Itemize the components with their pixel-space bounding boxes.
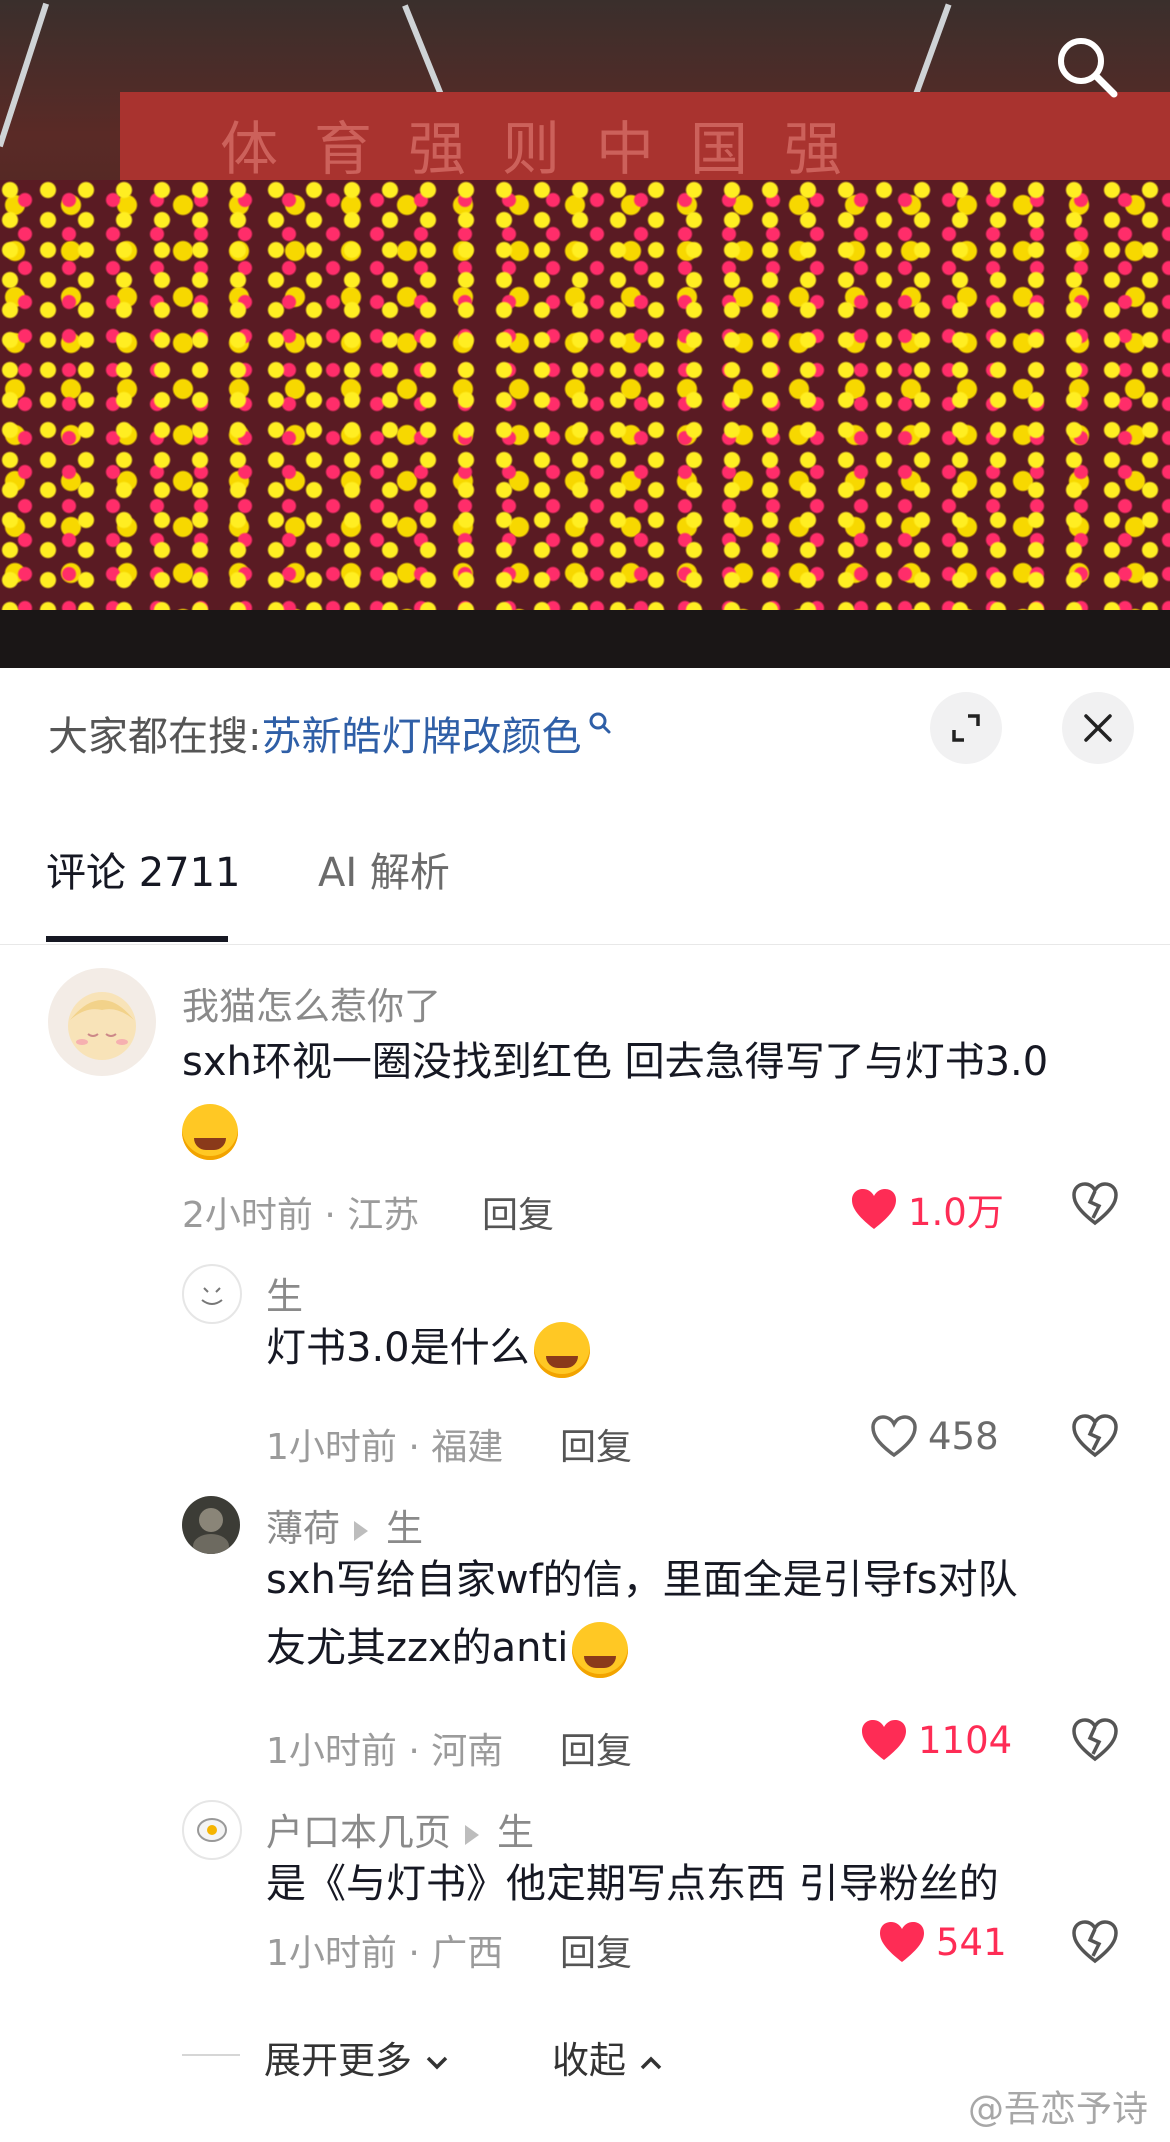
reply-text-line2: 友尤其zzx的anti [266, 1625, 569, 1671]
dislike-button[interactable] [1072, 1182, 1118, 1230]
comment-tabs: 评论 2711 AI 解析 [0, 840, 1170, 945]
reply-text-line1: sxh写给自家wf的信，里面全是引导fs对队 [266, 1557, 1018, 1603]
divider-line [182, 2054, 240, 2056]
dislike-button[interactable] [1072, 1920, 1118, 1968]
trending-prefix: 大家都在搜: [48, 714, 262, 760]
avatar[interactable] [182, 1800, 242, 1860]
trending-search[interactable]: 大家都在搜:苏新皓灯牌改颜色 [48, 704, 613, 762]
comment-text: sxh环视一圈没找到红色 回去急得写了与灯书3.0 [182, 1028, 1142, 1164]
close-button[interactable] [1062, 692, 1134, 764]
crying-laughing-emoji [182, 1104, 238, 1160]
banner-text: 体育强则中国强 [220, 115, 879, 183]
like-count: 1104 [918, 1718, 1013, 1762]
reply-text-body: 是《与灯书》他定期写点东西 引导粉丝的 [266, 1861, 999, 1907]
avatar[interactable] [48, 968, 156, 1076]
tab-ai-analysis[interactable]: AI 解析 [318, 840, 450, 898]
crying-laughing-emoji [533, 1322, 590, 1378]
reply-time-location: 1小时前 · 河南 [266, 1731, 504, 1772]
comment-time-location: 2小时前 · 江苏 [182, 1195, 420, 1236]
comment-sheet: 大家都在搜:苏新皓灯牌改颜色 评论 2711 AI 解析 我猫怎么惹你了 sxh… [0, 668, 1170, 2142]
heart-filled-icon [852, 1189, 896, 1229]
reply-text: sxh写给自家wf的信，里面全是引导fs对队 友尤其zzx的anti [266, 1546, 1146, 1682]
reply-button[interactable]: 回复 [560, 1722, 632, 1774]
reply-text: 灯书3.0是什么 [266, 1314, 590, 1382]
dislike-button[interactable] [1072, 1414, 1118, 1462]
reply-text-body: 灯书3.0是什么 [266, 1325, 530, 1371]
broken-heart-icon [1072, 1414, 1118, 1458]
stadium-floor [0, 610, 1170, 668]
reply-author[interactable]: 户口本几页 [266, 1811, 451, 1854]
reply-text: 是《与灯书》他定期写点东西 引导粉丝的 [266, 1850, 999, 1918]
like-button[interactable]: 1104 [860, 1718, 1012, 1762]
watermark: @吾恋予诗 [967, 2089, 1148, 2130]
like-count: 1.0万 [908, 1191, 1004, 1234]
reply-author[interactable]: 薄荷 [266, 1507, 340, 1550]
heart-filled-icon [862, 1720, 906, 1760]
reply-button[interactable]: 回复 [560, 1418, 632, 1470]
avatar[interactable] [182, 1264, 242, 1324]
like-button[interactable]: 1.0万 [850, 1182, 1004, 1236]
reply-username[interactable]: 生 [266, 1266, 303, 1320]
chevron-up-icon [640, 2056, 662, 2070]
expand-icon [952, 714, 980, 742]
collapse-label: 收起 [552, 2039, 626, 2082]
tab-comments[interactable]: 评论 2711 [46, 840, 241, 898]
video-player[interactable]: 体育强则中国强 [0, 0, 1170, 668]
stadium-truss [0, 2, 50, 148]
search-icon [1058, 38, 1118, 98]
broken-heart-icon [1072, 1182, 1118, 1226]
reply-time-location: 1小时前 · 福建 [266, 1427, 504, 1468]
chevron-down-icon [426, 2056, 448, 2070]
close-icon [1084, 714, 1112, 742]
reply-username: 薄荷 生 [266, 1498, 423, 1552]
reply-button[interactable]: 回复 [482, 1186, 554, 1238]
reply-arrow-icon [354, 1520, 368, 1541]
reply-to-user[interactable]: 生 [386, 1507, 423, 1550]
heart-outline-icon [871, 1415, 917, 1458]
laughing-emoji [572, 1622, 629, 1678]
avatar[interactable] [182, 1496, 240, 1554]
like-button[interactable]: 458 [870, 1414, 999, 1458]
reply-arrow-icon [465, 1824, 479, 1845]
expand-more-label: 展开更多 [264, 2039, 412, 2082]
comment-text-body: sxh环视一圈没找到红色 回去急得写了与灯书3.0 [182, 1039, 1049, 1085]
broken-heart-icon [1072, 1718, 1118, 1762]
reply-username: 户口本几页 生 [266, 1802, 534, 1856]
small-search-icon [587, 704, 613, 750]
trending-query[interactable]: 苏新皓灯牌改颜色 [261, 714, 581, 760]
search-button[interactable] [1052, 32, 1122, 102]
active-tab-indicator [46, 936, 228, 942]
heart-filled-icon [880, 1922, 924, 1962]
reply-time-location: 1小时前 · 广西 [266, 1933, 504, 1974]
stadium-banner: 体育强则中国强 [120, 92, 1170, 188]
reply-to-user[interactable]: 生 [497, 1811, 534, 1854]
expand-more-button[interactable]: 展开更多 [264, 2030, 450, 2084]
like-count: 541 [936, 1920, 1007, 1964]
light-board-crowd [0, 180, 1170, 610]
like-button[interactable]: 541 [878, 1920, 1007, 1964]
reply-button[interactable]: 回复 [560, 1924, 632, 1976]
expand-button[interactable] [930, 692, 1002, 764]
comment-username[interactable]: 我猫怎么惹你了 [182, 976, 441, 1030]
broken-heart-icon [1072, 1920, 1118, 1964]
like-count: 458 [928, 1414, 999, 1458]
collapse-button[interactable]: 收起 [552, 2030, 664, 2084]
dislike-button[interactable] [1072, 1718, 1118, 1766]
